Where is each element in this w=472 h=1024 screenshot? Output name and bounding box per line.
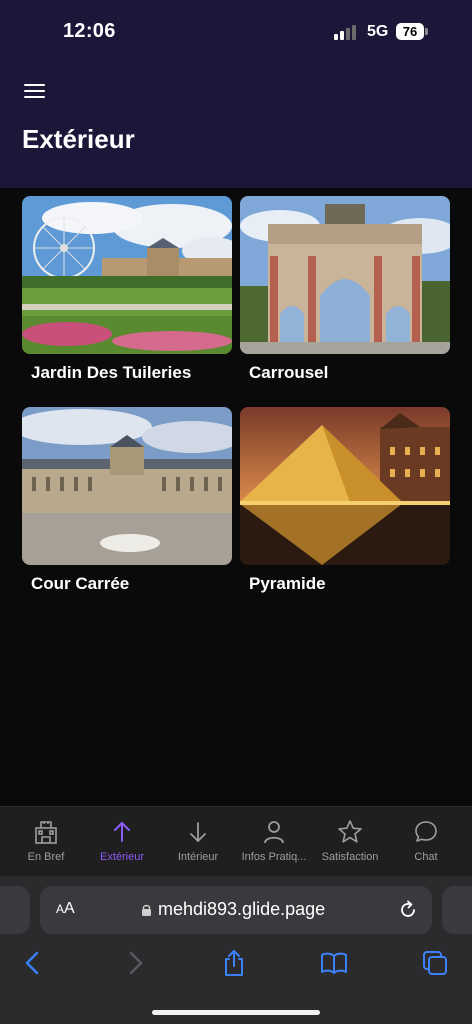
tab-chat[interactable]: Chat — [388, 807, 464, 877]
tab-satisfaction[interactable]: Satisfaction — [312, 807, 388, 877]
tab-interieur[interactable]: Intérieur — [160, 807, 236, 877]
person-icon — [264, 821, 284, 844]
text-size-button[interactable]: AA — [56, 900, 75, 918]
place-card-carrousel[interactable]: Carrousel — [240, 196, 450, 396]
place-label: Pyramide — [249, 574, 326, 593]
place-label: Carrousel — [249, 363, 329, 382]
hamburger-menu-icon[interactable] — [23, 82, 47, 100]
address-bar[interactable]: AA mehdi893.glide.page — [40, 886, 432, 934]
tab-en-bref[interactable]: En Bref — [8, 807, 84, 877]
back-icon[interactable] — [18, 948, 48, 978]
reload-icon[interactable] — [397, 899, 419, 921]
network-type: 5G — [367, 23, 389, 40]
tab-label: Infos Pratiq... — [241, 851, 307, 863]
place-label: Cour Carrée — [31, 574, 130, 593]
lock-icon — [142, 904, 151, 916]
app-header: 12:06 5G 76 Extérieur — [0, 0, 472, 188]
status-time: 12:06 — [63, 20, 116, 42]
previous-tab-pill[interactable] — [0, 886, 30, 934]
place-card-tuileries[interactable]: Jardin Des Tuileries — [22, 196, 232, 396]
bottom-tab-bar: En Bref Extérieur Intérieur Infos Pratiq… — [0, 806, 472, 876]
tab-infos-pratiques[interactable]: Infos Pratiq... — [236, 807, 312, 877]
share-icon[interactable] — [219, 948, 249, 978]
star-icon — [338, 820, 362, 843]
tab-label: Extérieur — [99, 851, 145, 863]
tab-label: Intérieur — [177, 851, 219, 863]
arrow-up-icon — [114, 822, 130, 842]
forward-icon[interactable] — [120, 948, 150, 978]
url-text: mehdi893.glide.page — [158, 899, 326, 919]
place-card-cour-carree[interactable]: Cour Carrée — [22, 407, 232, 607]
tabs-icon[interactable] — [420, 948, 450, 978]
battery-icon: 76 — [396, 23, 428, 40]
arrow-down-icon — [190, 822, 206, 842]
carrousel-image — [240, 196, 450, 354]
cour-carree-image — [22, 407, 232, 565]
castle-icon — [35, 821, 57, 844]
tab-label: Chat — [414, 851, 438, 863]
tab-label: En Bref — [27, 851, 65, 863]
place-card-pyramide[interactable]: Pyramide — [240, 407, 450, 607]
chat-bubble-icon — [415, 821, 437, 842]
home-indicator — [152, 1010, 320, 1015]
bookmarks-icon[interactable] — [319, 948, 349, 978]
pyramide-image — [240, 407, 450, 565]
battery-level: 76 — [396, 23, 424, 40]
page-title: Extérieur — [22, 124, 135, 154]
cellular-signal-icon — [334, 24, 360, 40]
tuileries-image — [22, 196, 232, 354]
browser-toolbar: AA mehdi893.glide.page — [0, 876, 472, 1024]
tab-label: Satisfaction — [321, 851, 379, 863]
place-label: Jardin Des Tuileries — [31, 363, 192, 382]
tab-exterieur[interactable]: Extérieur — [84, 807, 160, 877]
next-tab-pill[interactable] — [442, 886, 472, 934]
